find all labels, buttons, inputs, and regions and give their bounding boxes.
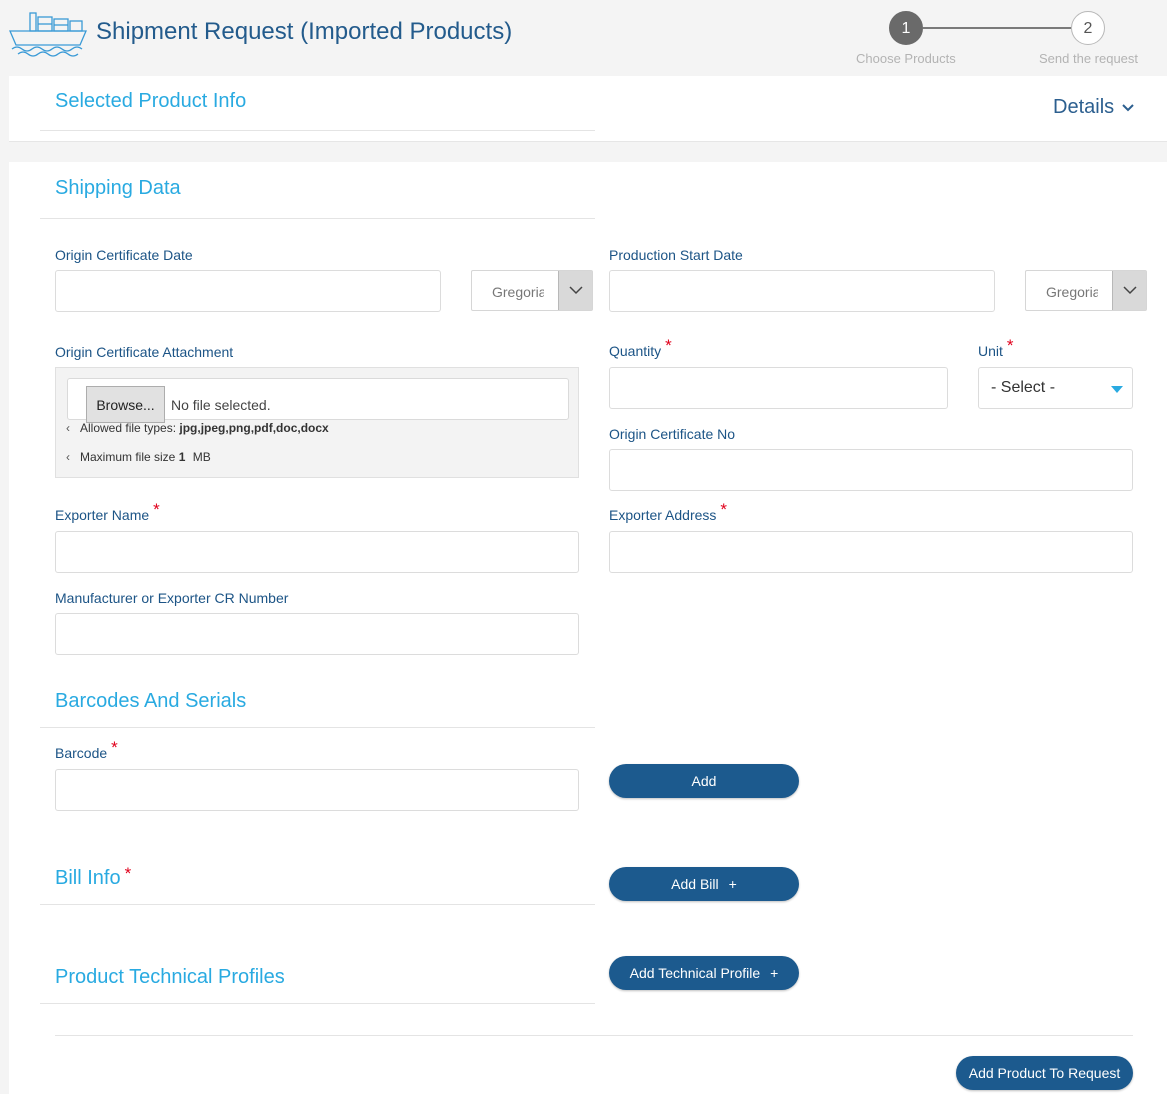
max-size-unit: MB <box>192 450 211 464</box>
max-size-value: 1 <box>178 450 186 464</box>
section-divider <box>40 904 595 905</box>
stepper-line <box>923 27 1071 29</box>
page-title: Shipment Request (Imported Products) <box>96 18 513 45</box>
chevron-left-icon: ‹ <box>66 421 70 435</box>
section-divider <box>40 727 595 728</box>
barcode-label: Barcode * <box>55 738 118 763</box>
required-marker: * <box>153 500 160 519</box>
shipping-data-title: Shipping Data <box>55 177 181 199</box>
chevron-down-icon <box>1122 103 1134 111</box>
footer-divider <box>55 1035 1133 1036</box>
add-technical-profile-button[interactable]: Add Technical Profile + <box>609 956 799 990</box>
step-1-indicator[interactable]: 1 <box>889 11 923 45</box>
exporter-address-input[interactable] <box>609 531 1133 573</box>
barcode-input[interactable] <box>55 769 579 811</box>
file-input[interactable]: Browse... No file selected. <box>67 378 569 423</box>
required-marker: * <box>111 738 118 757</box>
unit-label-text: Unit <box>978 343 1003 359</box>
section-divider <box>40 218 595 219</box>
calendar-type-text: Gregorian <box>492 284 544 300</box>
barcode-label-text: Barcode <box>55 745 108 761</box>
calendar-type-text: Gregorian <box>1046 284 1098 300</box>
production-start-date-input[interactable] <box>609 270 995 312</box>
exporter-name-label: Exporter Name * <box>55 500 160 525</box>
origin-certificate-date-label: Origin Certificate Date <box>55 247 193 263</box>
unit-label: Unit * <box>978 336 1014 361</box>
exporter-address-label: Exporter Address * <box>609 500 727 525</box>
bill-info-title-text: Bill Info <box>55 867 121 889</box>
max-size-label: Maximum file size <box>80 450 176 464</box>
add-product-to-request-button[interactable]: Add Product To Request <box>956 1056 1133 1090</box>
details-toggle[interactable]: Details <box>1053 96 1134 119</box>
step-1-label: Choose Products <box>856 51 956 66</box>
chevron-down-icon[interactable] <box>558 271 592 310</box>
browse-button[interactable]: Browse... <box>86 386 165 423</box>
exporter-name-input[interactable] <box>55 531 579 573</box>
no-file-text: No file selected. <box>171 397 271 413</box>
plus-icon: + <box>770 965 779 981</box>
plus-icon: + <box>728 876 737 892</box>
origin-date-calendar-select[interactable]: Gregorian <box>471 270 593 311</box>
add-barcode-button[interactable]: Add <box>609 764 799 798</box>
max-size-hint: ‹ Maximum file size 1 MB <box>66 450 211 464</box>
cr-number-input[interactable] <box>55 613 579 655</box>
add-bill-button[interactable]: Add Bill + <box>609 867 799 901</box>
add-technical-profile-label: Add Technical Profile <box>629 965 761 981</box>
technical-profiles-title: Product Technical Profiles <box>55 966 285 988</box>
origin-certificate-attachment-label: Origin Certificate Attachment <box>55 344 234 360</box>
add-bill-label: Add Bill <box>671 876 719 892</box>
step-2-indicator[interactable]: 2 <box>1071 11 1105 45</box>
section-divider <box>40 130 595 131</box>
required-marker: * <box>124 864 132 883</box>
chevron-down-icon[interactable] <box>1112 271 1146 310</box>
exporter-address-label-text: Exporter Address <box>609 507 717 523</box>
selected-product-title: Selected Product Info <box>55 90 247 112</box>
cr-number-label: Manufacturer or Exporter CR Number <box>55 590 289 606</box>
origin-certificate-no-input[interactable] <box>609 449 1133 491</box>
step-2-label: Send the request <box>1039 51 1139 66</box>
allowed-types-value: jpg,jpeg,png,pdf,doc,docx <box>179 421 329 435</box>
production-start-date-label: Production Start Date <box>609 247 743 263</box>
quantity-label: Quantity * <box>609 336 672 361</box>
chevron-left-icon: ‹ <box>66 450 70 464</box>
quantity-label-text: Quantity <box>609 343 662 359</box>
required-marker: * <box>1006 336 1014 355</box>
exporter-name-label-text: Exporter Name <box>55 507 150 523</box>
required-marker: * <box>665 336 672 355</box>
production-date-calendar-select[interactable]: Gregorian <box>1025 270 1147 311</box>
unit-selected-value: - Select - <box>991 379 1056 396</box>
bill-info-title: Bill Info * <box>55 864 132 890</box>
origin-certificate-no-label: Origin Certificate No <box>609 426 736 442</box>
required-marker: * <box>720 500 728 519</box>
barcodes-title: Barcodes And Serials <box>55 690 247 712</box>
ship-logo-icon <box>8 9 88 57</box>
unit-select[interactable]: - Select - <box>978 367 1133 409</box>
dropdown-arrow-icon <box>1111 386 1123 393</box>
quantity-input[interactable] <box>609 367 948 409</box>
allowed-types-hint: ‹ Allowed file types: jpg,jpeg,png,pdf,do… <box>66 421 329 435</box>
section-divider <box>40 1003 595 1004</box>
file-upload-box: Browse... No file selected. ‹ Allowed fil… <box>55 367 579 478</box>
origin-certificate-date-input[interactable] <box>55 270 441 312</box>
details-label: Details <box>1053 96 1115 118</box>
allowed-types-label: Allowed file types: <box>80 421 177 435</box>
